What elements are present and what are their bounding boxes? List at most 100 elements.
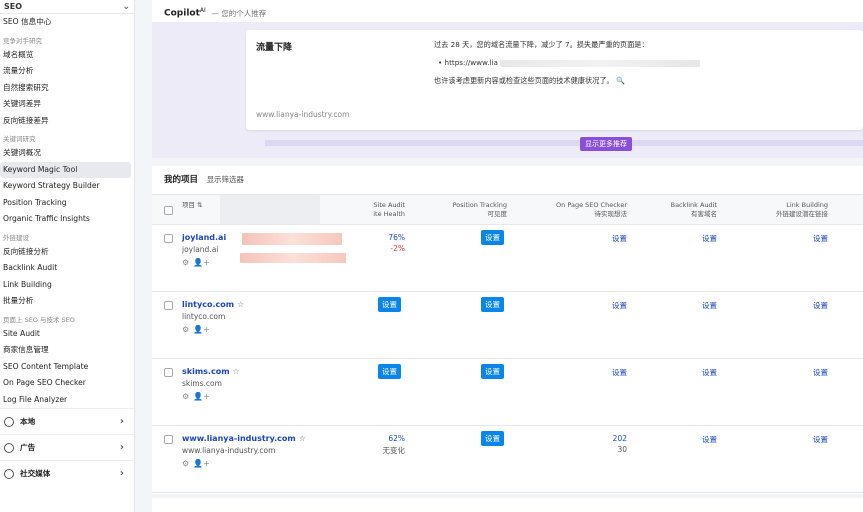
col-link-building-sub: 外链建设潜在链接 bbox=[776, 210, 828, 218]
add-user-icon[interactable]: 👤+ bbox=[193, 459, 210, 468]
site-audit-delta: -2% bbox=[390, 244, 405, 253]
project-domain-link[interactable]: skims.com ☆ bbox=[182, 367, 240, 376]
col-link-building[interactable]: Link Building 外链建设潜在链接 bbox=[776, 201, 828, 219]
table-row: skims.com ☆ skims.com ⚙ 👤+ 设置 设置 设置 设置 设置 bbox=[152, 359, 863, 426]
sidebar-item[interactable]: Position Tracking bbox=[0, 195, 134, 212]
sidebar-group[interactable]: 本地 › bbox=[0, 408, 134, 434]
sidebar: SEO ⌄ SEO 信息中心 竞争对手研究 域名概览 流量分析 自然搜索研究 关键词差异反… bbox=[0, 0, 135, 512]
sidebar-item[interactable]: SEO Content Template bbox=[0, 359, 134, 376]
sidebar-item[interactable]: SEO 信息中心 bbox=[0, 14, 134, 31]
sidebar-item[interactable]: 关键词差异 bbox=[0, 96, 134, 113]
col-project[interactable]: 项目 ⇅ bbox=[182, 201, 203, 210]
select-all-checkbox[interactable] bbox=[164, 206, 173, 215]
backlink-audit-setup-link[interactable]: 设置 bbox=[702, 300, 717, 311]
site-audit-setup-button[interactable]: 设置 bbox=[378, 297, 401, 312]
col-site-audit-title: Site Audit bbox=[373, 201, 405, 209]
on-page-ideas-value[interactable]: 202 bbox=[613, 434, 627, 443]
gear-icon[interactable]: ⚙ bbox=[182, 459, 189, 468]
sidebar-item[interactable]: Site Audit bbox=[0, 326, 134, 343]
sidebar-item[interactable]: 商家信息管理 bbox=[0, 342, 134, 359]
col-link-building-title: Link Building bbox=[786, 201, 828, 209]
col-position-tracking[interactable]: Position Tracking 可见度 bbox=[453, 201, 507, 219]
row-checkbox[interactable] bbox=[164, 368, 173, 377]
sidebar-item[interactable]: 反向链接分析 bbox=[0, 244, 134, 261]
site-audit-value[interactable]: 76% bbox=[388, 233, 405, 242]
star-icon[interactable]: ☆ bbox=[237, 300, 244, 309]
row-actions: ⚙ 👤+ bbox=[182, 325, 214, 334]
add-user-icon[interactable]: 👤+ bbox=[193, 258, 210, 267]
chevron-right-icon: › bbox=[119, 416, 124, 427]
project-domain-link[interactable]: joyland.ai bbox=[182, 233, 226, 242]
position-tracking-setup-button[interactable]: 设置 bbox=[481, 297, 504, 312]
row-actions: ⚙ 👤+ bbox=[182, 459, 214, 468]
col-project-label: 项目 bbox=[182, 201, 195, 209]
link-building-setup-link[interactable]: 设置 bbox=[813, 367, 828, 378]
insight-url[interactable]: • https://www.lia bbox=[438, 58, 700, 67]
projects-header: 我的项目 显示筛选器 bbox=[152, 166, 863, 194]
link-building-setup-link[interactable]: 设置 bbox=[813, 434, 828, 445]
sidebar-item[interactable]: 反向链接差异 bbox=[0, 113, 134, 130]
sidebar-group[interactable]: 广告 › bbox=[0, 434, 134, 460]
table-row: joyland.ai joyland.ai ⚙ 👤+ 76% -2% 设置 设置 … bbox=[152, 225, 863, 292]
sidebar-item[interactable]: Link Building bbox=[0, 277, 134, 294]
project-domain-text: skims.com bbox=[182, 367, 230, 376]
add-user-icon[interactable]: 👤+ bbox=[193, 392, 210, 401]
on-page-setup-link[interactable]: 设置 bbox=[612, 367, 627, 378]
sidebar-item[interactable]: 自然搜索研究 bbox=[0, 80, 134, 97]
row-checkbox[interactable] bbox=[164, 234, 173, 243]
row-actions: ⚙ 👤+ bbox=[182, 392, 214, 401]
sidebar-item[interactable]: Organic Traffic Insights bbox=[0, 211, 134, 228]
position-tracking-setup-button[interactable]: 设置 bbox=[481, 431, 504, 446]
site-audit-value[interactable]: 62% bbox=[388, 434, 405, 443]
sort-icon: ⇅ bbox=[197, 201, 203, 209]
sidebar-item[interactable]: Keyword Magic Tool bbox=[0, 161, 131, 178]
sidebar-item[interactable]: Keyword Strategy Builder bbox=[0, 178, 134, 195]
insight-card[interactable]: 流量下降 过去 28 天，您的域名流量下降，减少了 7。损失最严重的页面是： •… bbox=[246, 30, 863, 130]
project-domain-link[interactable]: lintyco.com ☆ bbox=[182, 300, 244, 309]
sidebar-item[interactable]: 批量分析 bbox=[0, 293, 134, 310]
sidebar-item[interactable]: Log File Analyzer bbox=[0, 392, 134, 409]
backlink-audit-setup-link[interactable]: 设置 bbox=[702, 434, 717, 445]
projects-title: 我的项目 bbox=[164, 175, 199, 185]
col-on-page[interactable]: On Page SEO Checker 待实现想法 bbox=[556, 201, 627, 219]
site-audit-setup-button[interactable]: 设置 bbox=[378, 364, 401, 379]
link-building-setup-link[interactable]: 设置 bbox=[813, 300, 828, 311]
project-subdomain: lintyco.com bbox=[182, 312, 226, 321]
position-tracking-setup-button[interactable]: 设置 bbox=[481, 230, 504, 245]
project-subdomain: joyland.ai bbox=[182, 245, 219, 254]
on-page-ideas-delta: 30 bbox=[617, 445, 627, 454]
link-building-setup-link[interactable]: 设置 bbox=[813, 233, 828, 244]
star-icon[interactable]: ☆ bbox=[299, 434, 306, 443]
sidebar-section-title: 关键词研究 bbox=[3, 135, 36, 143]
row-checkbox[interactable] bbox=[164, 435, 173, 444]
projects-panel: 我的项目 显示筛选器 项目 ⇅ Site Audit ite Health Pos… bbox=[152, 166, 863, 494]
backlink-audit-setup-link[interactable]: 设置 bbox=[702, 233, 717, 244]
sidebar-item[interactable]: 流量分析 bbox=[0, 63, 134, 80]
col-position-tracking-sub: 可见度 bbox=[487, 210, 508, 218]
sidebar-item[interactable]: Backlink Audit bbox=[0, 260, 134, 277]
gear-icon[interactable]: ⚙ bbox=[182, 392, 189, 401]
col-position-tracking-title: Position Tracking bbox=[452, 201, 507, 209]
more-recommendations-button[interactable]: 显示更多推荐 bbox=[580, 137, 632, 151]
position-tracking-setup-button[interactable]: 设置 bbox=[481, 364, 504, 379]
sidebar-item[interactable]: 域名概览 bbox=[0, 47, 134, 64]
add-user-icon[interactable]: 👤+ bbox=[193, 325, 210, 334]
show-filters-link[interactable]: 显示筛选器 bbox=[207, 175, 245, 184]
sidebar-group[interactable]: 社交媒体 › bbox=[0, 460, 134, 486]
location-icon bbox=[4, 416, 14, 427]
sidebar-item[interactable]: On Page SEO Checker bbox=[0, 375, 134, 392]
row-checkbox[interactable] bbox=[164, 301, 173, 310]
project-domain-link[interactable]: www.lianya-industry.com ☆ bbox=[182, 434, 306, 443]
star-icon[interactable]: ☆ bbox=[233, 367, 240, 376]
col-backlink-audit[interactable]: Backlink Audit 有害域名 bbox=[671, 201, 717, 219]
col-site-audit[interactable]: Site Audit ite Health bbox=[373, 201, 405, 219]
col-on-page-sub: 待实现想法 bbox=[594, 210, 628, 218]
gear-icon[interactable]: ⚙ bbox=[182, 325, 189, 334]
sidebar-seo-header[interactable]: SEO ⌄ bbox=[0, 0, 134, 14]
backlink-audit-setup-link[interactable]: 设置 bbox=[702, 367, 717, 378]
on-page-setup-link[interactable]: 设置 bbox=[612, 300, 627, 311]
card-stack-shadow bbox=[265, 140, 863, 146]
sidebar-item[interactable]: 关键词概况 bbox=[0, 145, 134, 162]
on-page-setup-link[interactable]: 设置 bbox=[612, 233, 627, 244]
gear-icon[interactable]: ⚙ bbox=[182, 258, 189, 267]
